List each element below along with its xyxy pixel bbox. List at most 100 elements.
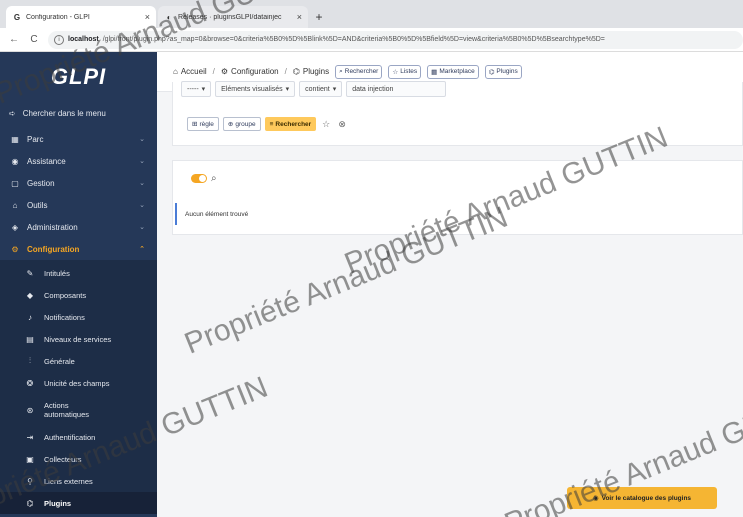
submenu-item-collecteurs[interactable]: ▣ Collecteurs: [0, 448, 157, 470]
sidebar-item-label: Outils: [27, 200, 48, 210]
chevron-down-icon: ⌄: [139, 136, 145, 143]
add-group-button[interactable]: ⊕ groupe: [222, 117, 261, 131]
url-path: /glpi/front/plugin.php?as_map=0&browse=0…: [102, 36, 605, 43]
breadcrumb-separator: /: [212, 67, 215, 76]
lists-chip-button[interactable]: ☆ Listes: [388, 64, 422, 79]
plus-group-icon: ⊕: [227, 121, 234, 128]
configuration-submenu: ✎ Intitulés ◆ Composants ♪ Notifications…: [0, 260, 157, 514]
empty-results-alert: Aucun élément trouvé: [175, 203, 735, 225]
submenu-item-label: Composants: [44, 290, 87, 300]
search-button[interactable]: ≡ Rechercher: [264, 117, 317, 131]
breadcrumb-plugins-label: Plugins: [302, 67, 330, 76]
pencil-icon: ✎: [26, 268, 34, 278]
chip-label: Listes: [400, 68, 418, 75]
sidebar-item-parc[interactable]: ▦ Parc ⌄: [0, 128, 157, 150]
breadcrumb-configuration[interactable]: ⚙ Configuration: [221, 67, 279, 76]
select-value: contient: [305, 85, 330, 93]
submenu-item-unicite-des-champs[interactable]: ❂ Unicité des champs: [0, 372, 157, 394]
results-card: ⌕ Aucun élément trouvé: [172, 160, 743, 235]
submenu-item-plugins[interactable]: ⌬ Plugins: [0, 492, 157, 514]
filter-icon: ≡: [269, 120, 274, 128]
contract-icon: ▤: [26, 334, 34, 344]
reload-icon[interactable]: C: [28, 34, 40, 45]
submenu-item-composants[interactable]: ◆ Composants: [0, 284, 157, 306]
submenu-item-intitules[interactable]: ✎ Intitulés: [0, 262, 157, 284]
browser-tab-releases[interactable]: ◐ Releases · pluginsGLPI/datainjec ×: [158, 6, 308, 28]
sidebar-item-gestion[interactable]: ▢ Gestion ⌄: [0, 172, 157, 194]
url-host: localhost: [68, 36, 99, 43]
components-icon: ◆: [26, 290, 34, 300]
login-icon: ⇥: [26, 432, 34, 442]
submenu-item-liens-externes[interactable]: ⚲ Liens externes: [0, 470, 157, 492]
sidebar-item-outils[interactable]: ⌂ Outils ⌄: [0, 194, 157, 216]
cog-clock-icon: ⊛: [26, 405, 34, 415]
assistance-icon: ◉: [11, 156, 19, 166]
chevron-down-icon: ⌄: [139, 202, 145, 209]
criteria-actions: ⊞ règle ⊕ groupe ≡ Rechercher ☆ ⊗: [187, 117, 348, 131]
submenu-item-label: Notifications: [44, 312, 85, 322]
search-criteria: ----- ▾ Eléments visualisés ▾ contient ▾…: [172, 80, 743, 146]
chevron-down-icon: ⌄: [139, 224, 145, 231]
criteria-row: ----- ▾ Eléments visualisés ▾ contient ▾…: [181, 80, 447, 98]
inbox-icon: ▣: [26, 454, 34, 464]
submenu-item-actions-automatiques[interactable]: ⊛ Actions automatiques: [0, 394, 157, 426]
field-select-a[interactable]: ----- ▾: [181, 81, 212, 97]
sidebar-item-configuration[interactable]: ⚙ Configuration ⌃: [0, 238, 157, 260]
submenu-item-label: Niveaux de services: [44, 334, 112, 344]
github-favicon-icon: ◐: [166, 12, 172, 22]
reset-search-icon[interactable]: ⊗: [336, 119, 348, 130]
button-label: Rechercher: [275, 120, 312, 128]
store-icon: ▦: [431, 68, 438, 76]
add-rule-button[interactable]: ⊞ règle: [187, 117, 219, 131]
sidebar-item-label: Parc: [27, 134, 44, 144]
star-icon: ☆: [392, 68, 399, 76]
submenu-item-generale[interactable]: ⫶ Générale: [0, 350, 157, 372]
gear-icon: ⚙: [220, 67, 229, 76]
page: G Configuration - GLPI × ◐ Releases · pl…: [0, 0, 743, 517]
marketplace-chip-button[interactable]: ▦ Marketplace: [427, 64, 479, 79]
sidebar-item-label: Administration: [27, 222, 78, 232]
field-select-b[interactable]: Eléments visualisés ▾: [215, 81, 296, 97]
submenu-item-label: Authentification: [44, 432, 96, 442]
submenu-item-label: Liens externes: [44, 476, 93, 486]
sidebar-item-label: Configuration: [27, 244, 80, 254]
tab-close-icon[interactable]: ×: [145, 12, 150, 22]
tab-close-icon[interactable]: ×: [297, 12, 302, 22]
sliders-icon: ⫶: [29, 356, 31, 365]
plugins-chip-button[interactable]: ⌬ Plugins: [484, 64, 522, 79]
browser-tab-glpi[interactable]: G Configuration - GLPI ×: [6, 6, 156, 28]
submenu-item-label: Actions automatiques: [44, 401, 90, 419]
glpi-favicon-icon: G: [13, 12, 21, 22]
menu-search[interactable]: ➪ Chercher dans le menu: [0, 102, 157, 124]
button-label: règle: [199, 120, 214, 128]
back-arrow-icon[interactable]: ←: [8, 34, 20, 45]
new-tab-button[interactable]: +: [310, 6, 328, 28]
save-search-star-icon[interactable]: ☆: [320, 119, 332, 130]
criteria-value-input[interactable]: data injection: [346, 81, 447, 97]
breadcrumb-plugins[interactable]: ⌬ Plugins: [293, 67, 329, 76]
search-toggle-switch[interactable]: [191, 174, 207, 183]
sidebar-item-assistance[interactable]: ◉ Assistance ⌄: [0, 150, 157, 172]
submenu-item-label: Plugins: [44, 498, 72, 508]
bell-icon: ♪: [28, 312, 32, 322]
view-plugin-catalogue-button[interactable]: ◉ Voir le catalogue des plugins: [567, 487, 717, 509]
submenu-item-label: Unicité des champs: [44, 378, 110, 388]
chevron-down-icon: ▾: [201, 86, 206, 93]
search-chip-button[interactable]: ⌕ Rechercher: [335, 64, 383, 79]
site-info-icon[interactable]: i: [54, 34, 64, 45]
url-field[interactable]: i localhost/glpi/front/plugin.php?as_map…: [48, 30, 743, 49]
chevron-down-icon: ⌄: [139, 158, 145, 165]
submenu-item-authentification[interactable]: ⇥ Authentification: [0, 426, 157, 448]
submenu-item-niveaux-de-services[interactable]: ▤ Niveaux de services: [0, 328, 157, 350]
submenu-item-notifications[interactable]: ♪ Notifications: [0, 306, 157, 328]
sidebar-item-label: Gestion: [27, 178, 55, 188]
search-icon[interactable]: ⌕: [211, 173, 217, 184]
breadcrumb-separator: /: [284, 67, 287, 76]
sidebar-item-administration[interactable]: ◈ Administration ⌄: [0, 216, 157, 238]
tab-title: Releases · pluginsGLPI/datainjec: [178, 13, 282, 21]
operator-select[interactable]: contient ▾: [299, 81, 343, 97]
glpi-logo[interactable]: GLPI: [0, 52, 157, 102]
breadcrumb-home[interactable]: ⌂ Accueil: [173, 67, 207, 76]
button-label: Voir le catalogue des plugins: [601, 494, 692, 502]
address-bar: ← C i localhost/glpi/front/plugin.php?as…: [0, 28, 743, 52]
